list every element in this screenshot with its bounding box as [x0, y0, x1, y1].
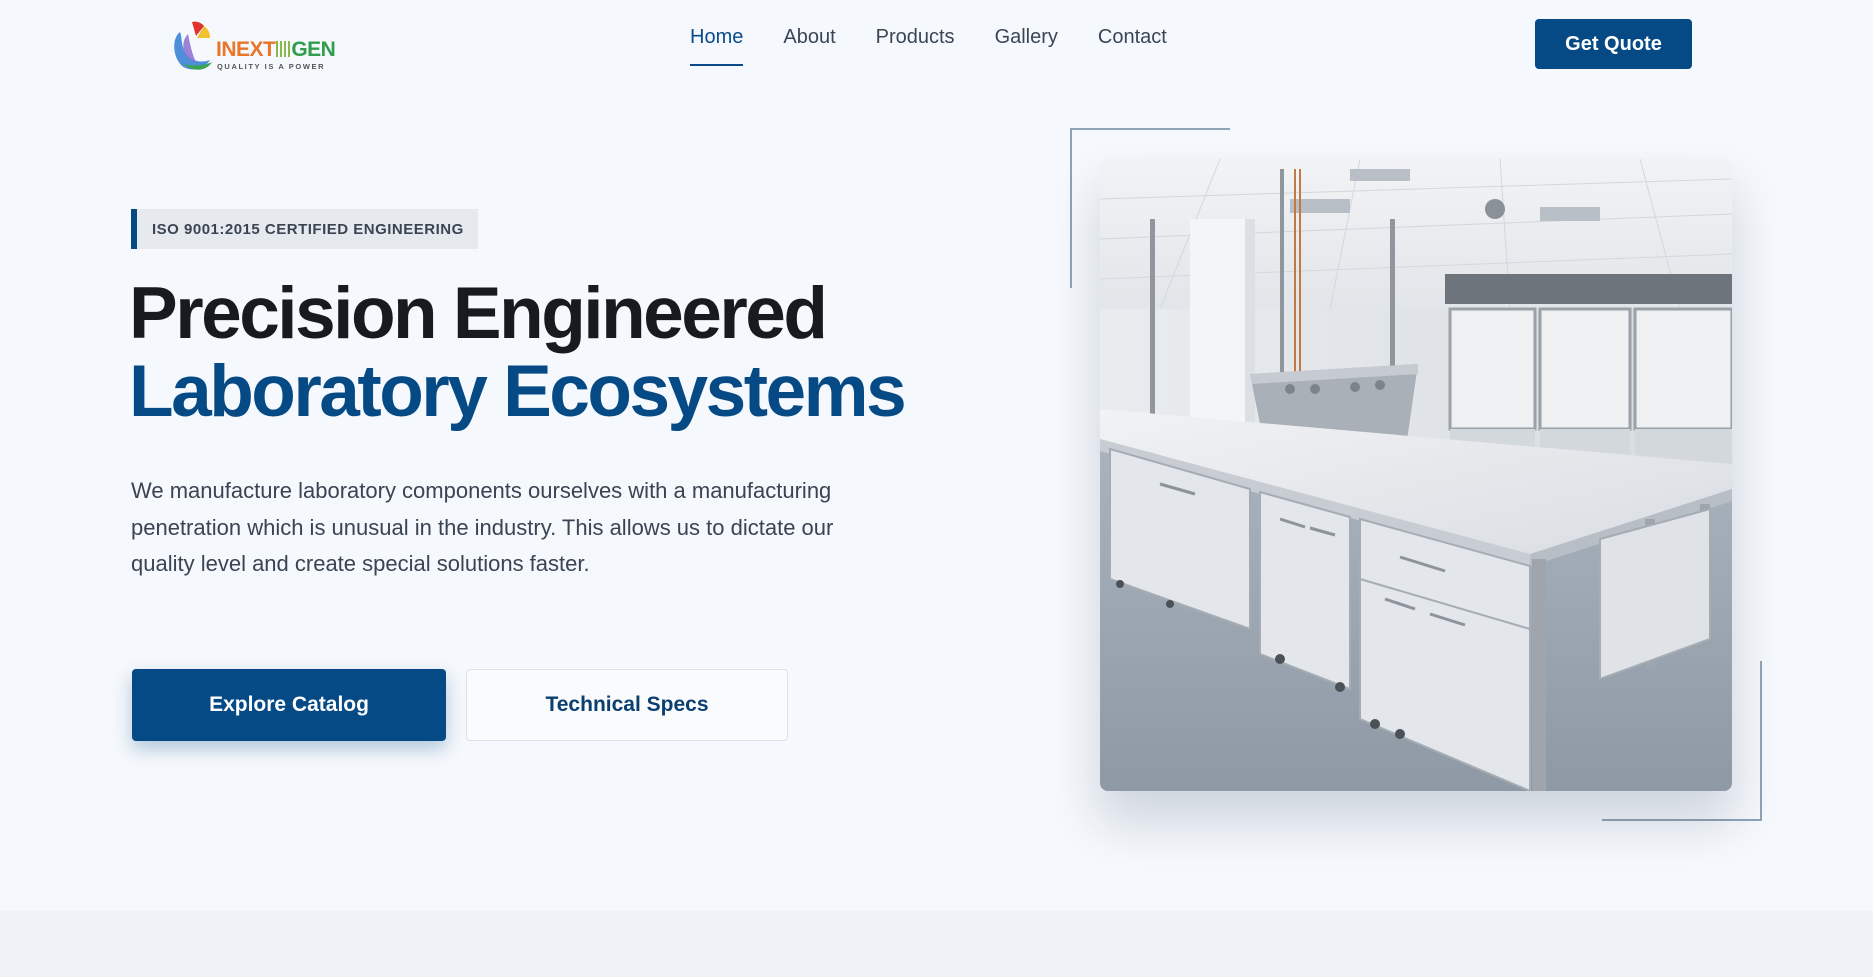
technical-specs-button[interactable]: Technical Specs: [466, 669, 788, 741]
nav-products[interactable]: Products: [876, 26, 955, 66]
brand-tagline: QUALITY IS A POWER: [217, 62, 326, 71]
main-nav: Home About Products Gallery Contact: [690, 26, 1167, 66]
hero-description: We manufacture laboratory components our…: [131, 478, 834, 576]
get-quote-button[interactable]: Get Quote: [1535, 19, 1692, 69]
headline-line-2: Laboratory Ecosystems: [129, 351, 907, 432]
logo-bars-icon: [276, 41, 291, 57]
nav-contact[interactable]: Contact: [1098, 26, 1167, 66]
logo-mark-icon: [174, 21, 212, 70]
hero-laboratory-image: [1100, 159, 1732, 791]
headline-line-1: Precision Engineered: [129, 273, 828, 354]
nav-home[interactable]: Home: [690, 26, 744, 66]
brand-name-part1: INEXT: [216, 38, 276, 61]
next-section-band: [0, 911, 1873, 977]
brand-logo[interactable]: INEXT GEN QUALITY IS A POWER: [170, 16, 340, 72]
frame-corner-bottom-vertical: [1760, 661, 1762, 821]
site-header: INEXT GEN QUALITY IS A POWER Home About P…: [0, 0, 1873, 88]
brand-name: INEXT GEN: [216, 38, 336, 61]
frame-corner-bottom-horizontal: [1602, 819, 1762, 821]
explore-catalog-button[interactable]: Explore Catalog: [132, 669, 446, 741]
brand-name-part2: GEN: [291, 38, 336, 61]
hero-headline: Precision Engineered Laboratory Ecosyste…: [129, 273, 907, 432]
nav-about[interactable]: About: [783, 26, 835, 66]
frame-corner-top-horizontal: [1070, 128, 1230, 130]
frame-corner-top-vertical: [1070, 128, 1072, 288]
laboratory-illustration: [1100, 159, 1732, 791]
nav-gallery[interactable]: Gallery: [995, 26, 1058, 66]
certification-badge: ISO 9001:2015 CERTIFIED ENGINEERING: [131, 209, 478, 249]
